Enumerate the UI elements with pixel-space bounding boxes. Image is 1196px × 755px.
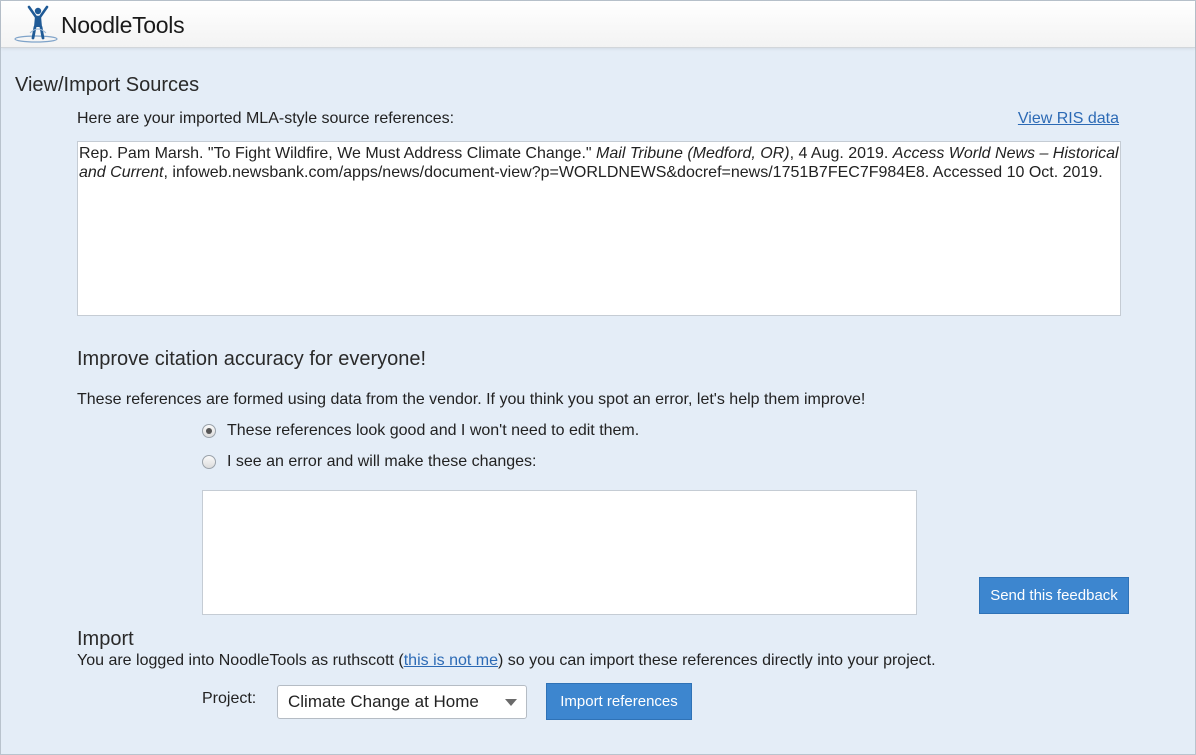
radio-label-see-error: I see an error and will make these chang… — [227, 453, 537, 470]
noodletools-logo[interactable]: NoodleTools — [14, 3, 214, 45]
view-ris-data-link[interactable]: View RIS data — [1018, 110, 1119, 128]
import-heading: Import — [77, 628, 134, 650]
import-text-before: You are logged into NoodleTools as ruths… — [77, 652, 404, 669]
radio-button-checked[interactable] — [202, 424, 216, 438]
noodletools-logo-icon — [14, 5, 58, 43]
project-selected-value: Climate Change at Home — [288, 692, 479, 711]
changes-textarea[interactable] — [202, 490, 917, 615]
send-feedback-button[interactable]: Send this feedback — [979, 577, 1129, 614]
app-header: NoodleTools — [1, 1, 1195, 48]
import-references-button[interactable]: Import references — [546, 683, 692, 720]
project-select[interactable]: Climate Change at Home — [277, 685, 527, 719]
improve-accuracy-heading: Improve citation accuracy for everyone! — [77, 348, 427, 370]
citation-text-part: , 4 Aug. 2019. — [789, 145, 893, 162]
page-title: View/Import Sources — [15, 74, 200, 96]
radio-label-looks-good: These references look good and I won't n… — [227, 422, 640, 439]
project-label: Project: — [202, 690, 257, 707]
chevron-down-icon — [505, 699, 517, 706]
radio-option-looks-good[interactable]: These references look good and I won't n… — [202, 422, 639, 440]
radio-option-see-error[interactable]: I see an error and will make these chang… — [202, 453, 537, 471]
imported-intro-text: Here are your imported MLA-style source … — [77, 110, 455, 127]
citation-text-part: Rep. Pam Marsh. "To Fight Wildfire, We M… — [79, 145, 597, 162]
import-info-text: You are logged into NoodleTools as ruths… — [77, 652, 936, 670]
radio-button-unchecked[interactable] — [202, 455, 216, 469]
not-me-link[interactable]: this is not me — [404, 652, 498, 669]
improve-accuracy-text: These references are formed using data f… — [77, 391, 866, 408]
logo-text: NoodleTools — [61, 12, 185, 38]
citation-italic-part: Mail Tribune (Medford, OR) — [596, 145, 790, 162]
citation-text-box[interactable]: Rep. Pam Marsh. "To Fight Wildfire, We M… — [77, 141, 1121, 316]
citation-text-part: , infoweb.newsbank.com/apps/news/documen… — [163, 164, 1103, 181]
import-text-after: ) so you can import these references dir… — [498, 652, 936, 669]
